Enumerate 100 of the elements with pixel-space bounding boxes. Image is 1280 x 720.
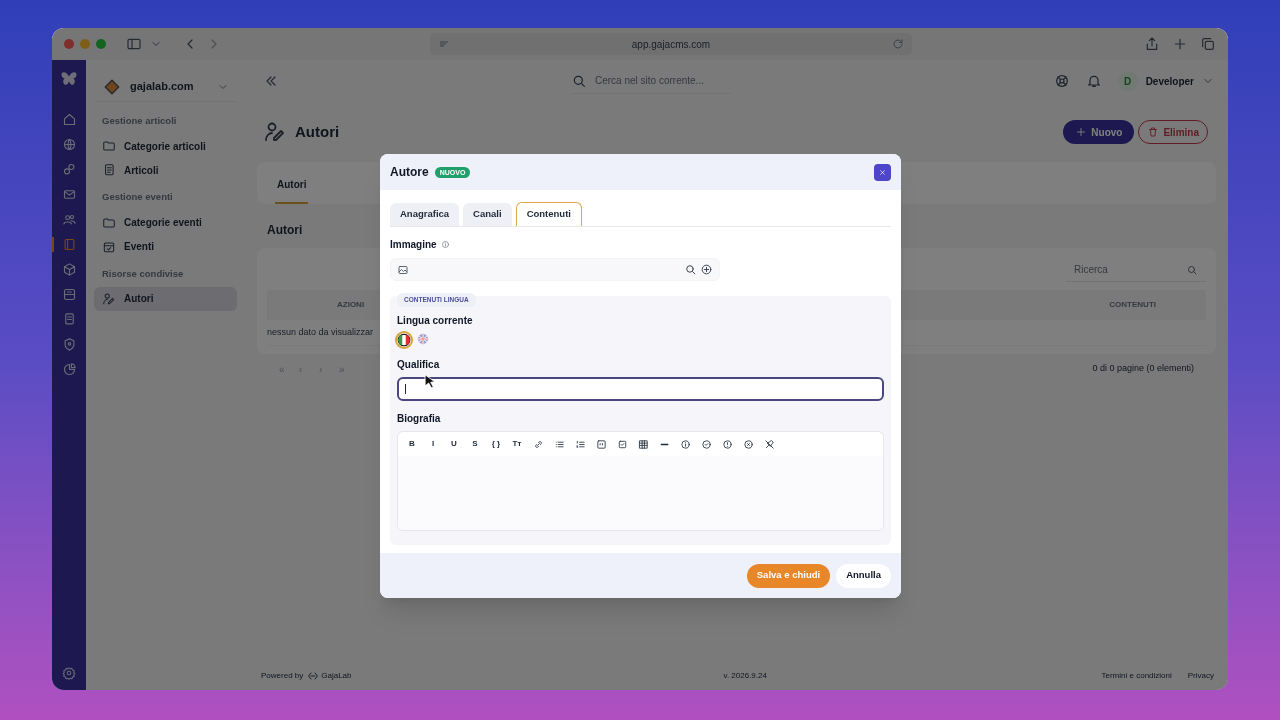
close-button[interactable] [874, 163, 891, 181]
field-label: Lingua corrente [397, 314, 474, 328]
brand-logo-icon [307, 670, 320, 682]
tab[interactable]: Contenuti [515, 202, 582, 226]
cube-icon[interactable] [61, 262, 77, 277]
tab[interactable]: Autori [275, 177, 309, 204]
tab[interactable]: Canali [463, 203, 512, 226]
section-heading: Gestione articoli [101, 114, 178, 128]
modal-title: Autore [390, 164, 429, 181]
text-field[interactable] [397, 377, 884, 401]
user-avatar: D [1117, 71, 1138, 91]
url-text: app.gajacms.com [630, 37, 712, 52]
cancel-button[interactable]: Annulla [836, 563, 891, 588]
sidebar-item-label: Categorie eventi [124, 216, 202, 230]
alert-icon[interactable] [721, 438, 733, 450]
bell-icon[interactable] [1085, 73, 1102, 89]
globe-icon[interactable] [61, 137, 77, 152]
sidebar-item-label: Articoli [124, 163, 159, 178]
link-icon[interactable] [532, 438, 544, 450]
british-flag-icon[interactable] [417, 333, 429, 345]
rich-text-editor[interactable]: B I U S { } Tт [397, 431, 884, 531]
footer-link[interactable]: Privacy [1187, 670, 1214, 682]
clear-format-icon[interactable] [763, 438, 775, 450]
column-header: CONTENUTI [1109, 299, 1156, 311]
quote-icon[interactable] [595, 438, 607, 450]
settings-icon[interactable] [62, 666, 76, 680]
field-label: Immagine [390, 238, 437, 252]
user-menu[interactable]: D Developer [1117, 71, 1214, 91]
check-circle-icon[interactable] [700, 438, 712, 450]
user-edit-icon [102, 291, 116, 306]
image-icon [397, 263, 409, 276]
calendar-icon [102, 239, 116, 254]
user-name: Developer [1145, 74, 1194, 89]
toolbar-button[interactable]: { } [488, 436, 504, 452]
toolbar-button[interactable]: Tт [509, 436, 525, 452]
sidebar-item[interactable]: Categorie articoli [94, 134, 237, 159]
brand-name: GajaLab [321, 670, 352, 682]
sidebar-item[interactable]: Autori [94, 286, 237, 311]
sidebar-toggle-icon[interactable] [126, 36, 142, 52]
empty-message: nessun dato da visualizzar [267, 325, 374, 339]
tab[interactable]: Anagrafica [390, 203, 460, 226]
search-icon[interactable] [684, 263, 697, 276]
document-icon [102, 163, 116, 178]
toolbar-button[interactable]: I [425, 436, 441, 452]
table-icon[interactable] [637, 438, 649, 450]
user-edit-icon [263, 120, 287, 144]
sidebar-item-label: Categorie articoli [124, 139, 206, 154]
mail-icon[interactable] [61, 187, 77, 202]
checkbox-icon[interactable] [616, 438, 628, 450]
archive-icon[interactable] [61, 287, 77, 302]
footer-link[interactable]: Termini e condizioni [1101, 670, 1172, 682]
users-icon[interactable] [61, 212, 77, 227]
sidebar-item[interactable]: Eventi [94, 234, 237, 259]
toolbar-button[interactable]: B [404, 436, 420, 452]
new-button[interactable]: Nuovo [1063, 120, 1135, 144]
search-placeholder: Cerca nel sito corrente... [595, 74, 704, 88]
lifebuoy-icon[interactable] [1053, 73, 1070, 89]
tabs-overview-icon[interactable] [1200, 36, 1216, 52]
section-heading: Gestione eventi [101, 190, 174, 205]
close-icon [878, 167, 887, 177]
version-text: v. 2026.9.24 [723, 670, 767, 682]
toolbar-button[interactable]: U [446, 436, 462, 452]
home-icon[interactable] [61, 112, 77, 127]
powered-by-text: Powered by [261, 670, 304, 682]
circles-icon[interactable] [61, 162, 77, 177]
info-icon [440, 240, 450, 249]
search-placeholder: Ricerca [1074, 263, 1109, 277]
address-bar[interactable]: app.gajacms.com [430, 33, 912, 55]
sidebar-item-label: Eventi [124, 240, 154, 254]
section-heading: Risorse condivise [101, 266, 185, 281]
add-icon[interactable] [700, 263, 713, 276]
save-button[interactable]: Salva e chiudi [746, 563, 831, 588]
folder-icon [102, 139, 116, 154]
info-icon[interactable] [679, 438, 691, 450]
x-circle-icon[interactable] [742, 438, 754, 450]
trash-icon [1147, 126, 1160, 138]
numbered-list-icon[interactable] [574, 438, 586, 450]
window-controls[interactable] [64, 39, 106, 49]
share-icon[interactable] [1144, 36, 1160, 52]
plus-icon [1075, 126, 1088, 138]
image-field[interactable] [390, 258, 720, 281]
new-tab-icon[interactable] [1172, 36, 1188, 52]
sidebar-item[interactable]: Categorie eventi [94, 210, 237, 235]
page-title: Autori [295, 121, 340, 142]
search-field[interactable]: Cerca nel sito corrente... [571, 68, 731, 94]
shield-icon[interactable] [61, 337, 77, 352]
italian-flag-icon[interactable] [397, 333, 411, 347]
toolbar-button[interactable]: S [467, 436, 483, 452]
table-search-field[interactable]: Ricerca [1066, 258, 1206, 282]
field-label: Qualifica [397, 358, 441, 372]
site-name: gajalab.com [130, 79, 195, 95]
search-icon [1186, 263, 1198, 276]
page-summary: 0 di 0 pagine (0 elementi) [1092, 362, 1194, 376]
site-selector[interactable]: gajalab.com [94, 72, 237, 102]
section-title: Autori [267, 222, 303, 239]
sidebar-item[interactable]: Articoli [94, 158, 237, 183]
pie-chart-icon[interactable] [61, 362, 77, 377]
reload-icon[interactable] [892, 38, 904, 50]
text-caret [405, 384, 406, 394]
book-icon[interactable] [61, 237, 77, 252]
